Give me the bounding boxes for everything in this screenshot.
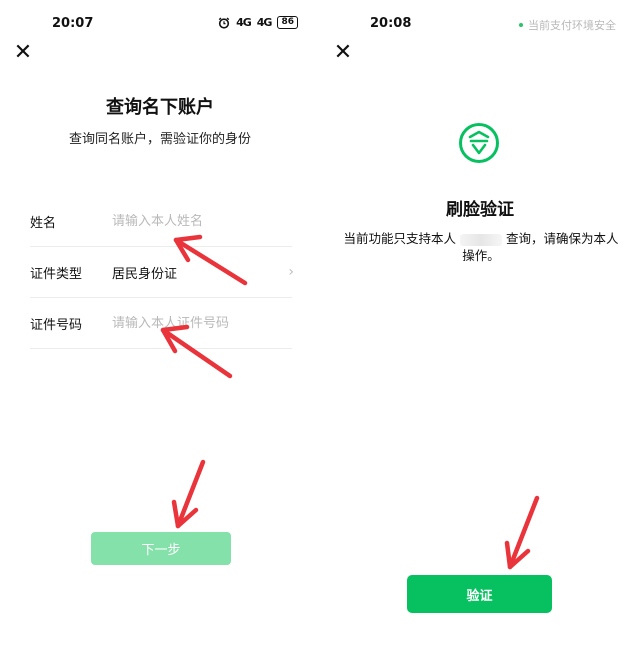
page-title: 查询名下账户 (106, 97, 214, 118)
status-time: 20:07 (52, 16, 94, 31)
signal-icon-2: 4G (256, 16, 273, 29)
secure-indicator: 当前支付环境安全 (519, 17, 616, 33)
status-bar-right: 20:08 当前支付环境安全 (320, 0, 640, 44)
account-query-screen: 20:07 4G 4G 86 ✕ 查询名下账户 查询同名账户，需验证你的身份 姓… (0, 0, 320, 646)
signal-icon: 4G (236, 16, 252, 29)
id-type-label: 证件类型 (30, 266, 83, 282)
status-bar: 20:07 4G 4G 86 (0, 0, 320, 44)
id-number-row: 证件号码 (30, 298, 292, 349)
name-input[interactable] (112, 213, 292, 229)
status-time-right: 20:08 (370, 16, 412, 31)
battery-icon: 86 (277, 16, 298, 29)
chevron-right-icon: › (288, 264, 294, 280)
secure-dot-icon (519, 23, 523, 27)
face-verify-description: 当前功能只支持本人 查询，请确保为本人操作。 (342, 230, 620, 264)
name-row: 姓名 (30, 196, 292, 247)
face-verify-screen: 20:08 当前支付环境安全 ✕ 刷脸验证 当前功能只支持本人 查询，请确保为本… (320, 0, 640, 646)
desc-part-1: 当前功能只支持本人 (343, 231, 457, 246)
close-icon[interactable]: ✕ (332, 42, 354, 64)
screenshot-composite: 20:07 4G 4G 86 ✕ 查询名下账户 查询同名账户，需验证你的身份 姓… (0, 0, 640, 646)
redacted-name (460, 233, 502, 246)
alarm-icon (218, 16, 230, 29)
next-button[interactable]: 下一步 (91, 532, 231, 565)
close-icon[interactable]: ✕ (12, 42, 34, 64)
id-type-value: 居民身份证 (112, 266, 178, 282)
verify-button[interactable]: 验证 (407, 575, 552, 613)
identity-form: 姓名 证件类型 居民身份证 › 证件号码 (30, 196, 294, 349)
id-type-row[interactable]: 证件类型 居民身份证 › (30, 247, 294, 298)
status-icons: 4G 4G 86 (218, 16, 298, 29)
id-number-label: 证件号码 (30, 317, 83, 333)
id-number-input[interactable] (112, 315, 292, 331)
face-verify-title: 刷脸验证 (446, 200, 514, 220)
name-label: 姓名 (30, 215, 57, 231)
secure-text: 当前支付环境安全 (528, 19, 616, 32)
face-verify-logo-icon (459, 123, 499, 163)
page-subtitle: 查询同名账户，需验证你的身份 (68, 132, 251, 147)
